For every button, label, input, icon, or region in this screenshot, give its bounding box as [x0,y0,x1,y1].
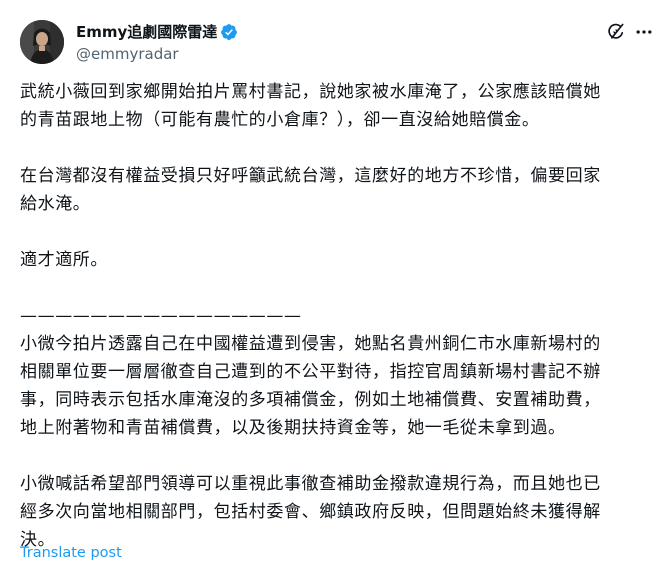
tweet-line: 經多次向當地相關部門，包括村委會、鄉鎮政府反映，但問題始終未獲得解 [20,502,601,522]
grok-icon[interactable] [606,22,626,42]
tweet-separator-line: ———————————————— [20,306,302,326]
tweet-line: 適才適所。 [20,250,108,270]
translate-post-link[interactable]: Translate post [20,543,122,563]
author-block: Emmy追劇國際雷達 @emmyradar [76,21,238,64]
tweet-line: 在台灣都沒有權益受損只好呼籲武統台灣，這麼好的地方不珍惜，偏要回家 [20,166,601,186]
tweet-post: Emmy追劇國際雷達 @emmyradar 武統小薇回到家鄉開始拍片罵村書記，說… [0,0,672,567]
tweet-line: 地上附著物和青苗補償費，以及後期扶持資金等，她一毛從未拿到過。 [20,418,566,438]
tweet-line: 武統小薇回到家鄉開始拍片罵村書記，說她家被水庫淹了，公家應該賠償她 [20,82,601,102]
display-name-row: Emmy追劇國際雷達 [76,21,238,43]
user-avatar[interactable] [20,20,64,64]
tweet-line: 給水淹。 [20,194,91,214]
user-handle[interactable]: @emmyradar [76,44,238,64]
tweet-line: 的青苗跟地上物（可能有農忙的小倉庫？），卻一直沒給她賠償金。 [20,110,540,130]
tweet-line: 小微喊話希望部門領導可以重視此事徹查補助金撥款違規行為，而且她也已 [20,474,601,494]
tweet-line: 相關單位要一層層徹查自己遭到的不公平對待，指控官周鎮新場村書記不辦 [20,362,601,382]
tweet-text: 武統小薇回到家鄉開始拍片罵村書記，說她家被水庫淹了，公家應該賠償她 的青苗跟地上… [20,78,660,554]
display-name[interactable]: Emmy追劇國際雷達 [76,22,217,42]
tweet-line: 小微今拍片透露自己在中國權益遭到侵害，她點名貴州銅仁市水庫新場村的 [20,334,601,354]
verified-badge-icon[interactable] [220,23,238,41]
more-options-icon[interactable] [634,22,654,42]
tweet-line: 事，同時表示包括水庫淹沒的多項補償金，例如土地補償費、安置補助費， [20,390,601,410]
